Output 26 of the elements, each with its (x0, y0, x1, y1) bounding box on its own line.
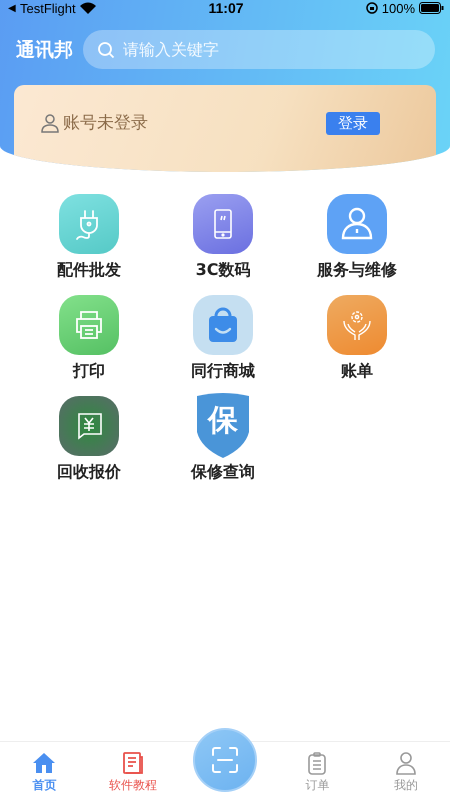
account-status: 账号未登录 (63, 112, 148, 134)
rotation-lock-icon (366, 2, 378, 14)
app-logo: 通讯邦 (16, 38, 73, 62)
user-icon (40, 112, 60, 132)
service-item[interactable]: 同行商城 (156, 295, 290, 382)
scan-icon (211, 746, 239, 774)
clock: 11:07 (208, 0, 244, 16)
home-icon (32, 751, 56, 775)
service-item[interactable]: 服务与维修 (290, 194, 424, 281)
service-item[interactable]: 3C数码 (156, 194, 290, 281)
service-item[interactable]: 保 保修查询 (156, 396, 290, 483)
shield-text: 保 (206, 402, 239, 440)
battery-icon (419, 2, 444, 14)
search-icon (97, 41, 115, 59)
service-item[interactable]: 打印 (22, 295, 156, 382)
battery-percent: 100% (382, 0, 416, 16)
tab-item[interactable]: 软件教程 (88, 742, 177, 800)
service-item[interactable]: 账单 (290, 295, 424, 382)
back-arrow[interactable]: ◀ (8, 2, 16, 14)
service-item[interactable]: 回收报价 (22, 396, 156, 483)
login-button[interactable]: 登录 (326, 112, 380, 135)
back-app-label[interactable]: TestFlight (20, 0, 76, 16)
document-icon (120, 751, 145, 775)
wifi-icon (80, 2, 96, 14)
service-item[interactable]: 配件批发 (22, 194, 156, 281)
user-icon (394, 751, 418, 775)
